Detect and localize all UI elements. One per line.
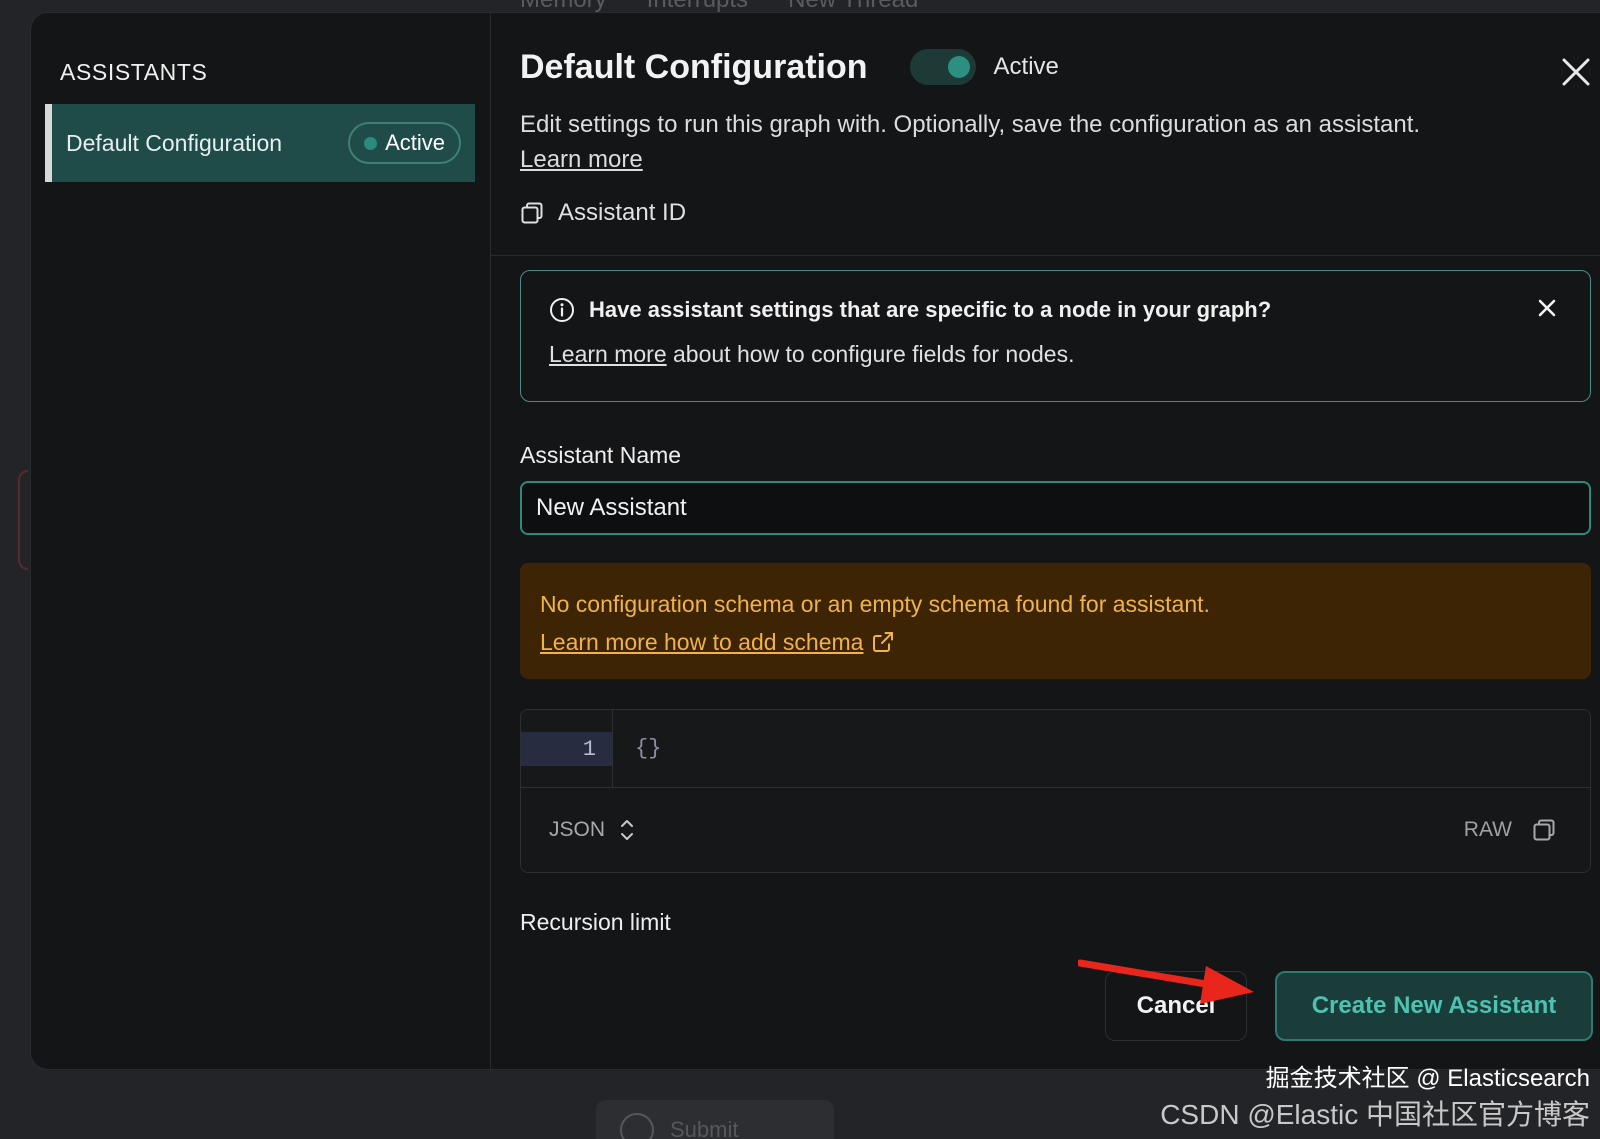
schema-warning-text: No configuration schema or an empty sche…	[540, 591, 1210, 617]
add-schema-link-label: Learn more how to add schema	[540, 629, 864, 655]
editor-code-area[interactable]: 1 {}	[521, 710, 1590, 788]
config-header: Default Configuration Active Edit settin…	[491, 13, 1600, 256]
page-title: Default Configuration	[520, 47, 868, 86]
title-row: Default Configuration Active	[520, 45, 1591, 89]
watermark: 掘金技术社区 @ Elasticsearch CSDN @Elastic 中国社…	[1160, 1058, 1590, 1133]
external-link-icon	[873, 632, 894, 652]
active-toggle-group: Active	[909, 49, 1059, 85]
status-badge-label: Active	[385, 130, 445, 155]
banner-heading-row: Have assistant settings that are specifi…	[549, 297, 1562, 323]
chevron-up-down-icon	[621, 820, 634, 840]
learn-more-link[interactable]: Learn more	[520, 146, 643, 173]
sidebar-title: ASSISTANTS	[60, 59, 208, 85]
assistant-id-copy[interactable]: Assistant ID	[520, 199, 1591, 227]
add-schema-link[interactable]: Learn more how to add schema	[540, 623, 895, 661]
status-dot-icon	[364, 136, 378, 150]
banner-body: Learn more about how to configure fields…	[549, 341, 1562, 368]
background-submit-button: Submit	[596, 1100, 834, 1139]
create-new-assistant-button[interactable]: Create New Assistant	[1275, 971, 1593, 1041]
copy-icon	[521, 202, 543, 224]
schema-warning: No configuration schema or an empty sche…	[520, 563, 1591, 679]
config-panel: Default Configuration Active Edit settin…	[491, 13, 1600, 1069]
background-submit-label: Submit	[670, 1117, 739, 1139]
node-settings-banner: Have assistant settings that are specifi…	[520, 270, 1591, 402]
sidebar-item-label: Default Configuration	[66, 129, 283, 156]
editor-code[interactable]: {}	[613, 710, 661, 787]
config-json-editor: 1 {} JSON RAW	[520, 709, 1591, 873]
banner-text: about how to configure fields for nodes.	[666, 341, 1075, 367]
active-toggle-label: Active	[993, 53, 1059, 80]
active-toggle[interactable]	[909, 49, 976, 85]
sidebar-item-default-configuration[interactable]: Default Configuration Active	[45, 104, 475, 182]
editor-footer: JSON RAW	[521, 788, 1590, 872]
close-icon[interactable]	[1559, 55, 1593, 89]
banner-learn-more-link[interactable]: Learn more	[549, 341, 667, 367]
background-panel-edge	[18, 470, 28, 570]
raw-label[interactable]: RAW	[1464, 818, 1512, 842]
format-label: JSON	[549, 818, 606, 841]
banner-close-icon[interactable]	[1538, 299, 1556, 317]
assistant-id-label: Assistant ID	[558, 199, 687, 226]
annotation-arrow-icon	[1078, 959, 1254, 1004]
recursion-limit-label: Recursion limit	[520, 909, 671, 935]
line-number: 1	[521, 732, 612, 766]
status-badge: Active	[348, 122, 461, 164]
watermark-line-1: 掘金技术社区 @ Elasticsearch	[1265, 1065, 1590, 1092]
copy-icon[interactable]	[1532, 818, 1556, 842]
format-selector[interactable]: JSON	[549, 816, 635, 844]
config-description: Edit settings to run this graph with. Op…	[520, 107, 1591, 177]
banner-heading: Have assistant settings that are specifi…	[589, 297, 1272, 322]
assistant-name-input[interactable]	[520, 481, 1591, 535]
raw-copy-group: RAW	[1464, 818, 1556, 842]
play-icon	[620, 1113, 654, 1139]
info-icon	[550, 298, 574, 322]
config-body: Have assistant settings that are specifi…	[491, 256, 1600, 936]
editor-gutter: 1	[521, 710, 613, 787]
assistant-config-modal: ASSISTANTS Default Configuration Active …	[30, 12, 1600, 1070]
assistants-sidebar: ASSISTANTS Default Configuration Active	[31, 13, 491, 1069]
toggle-knob	[947, 56, 970, 78]
description-text: Edit settings to run this graph with. Op…	[520, 111, 1421, 138]
assistant-name-label: Assistant Name	[520, 442, 682, 468]
watermark-line-2: CSDN @Elastic 中国社区官方博客	[1160, 1099, 1590, 1130]
